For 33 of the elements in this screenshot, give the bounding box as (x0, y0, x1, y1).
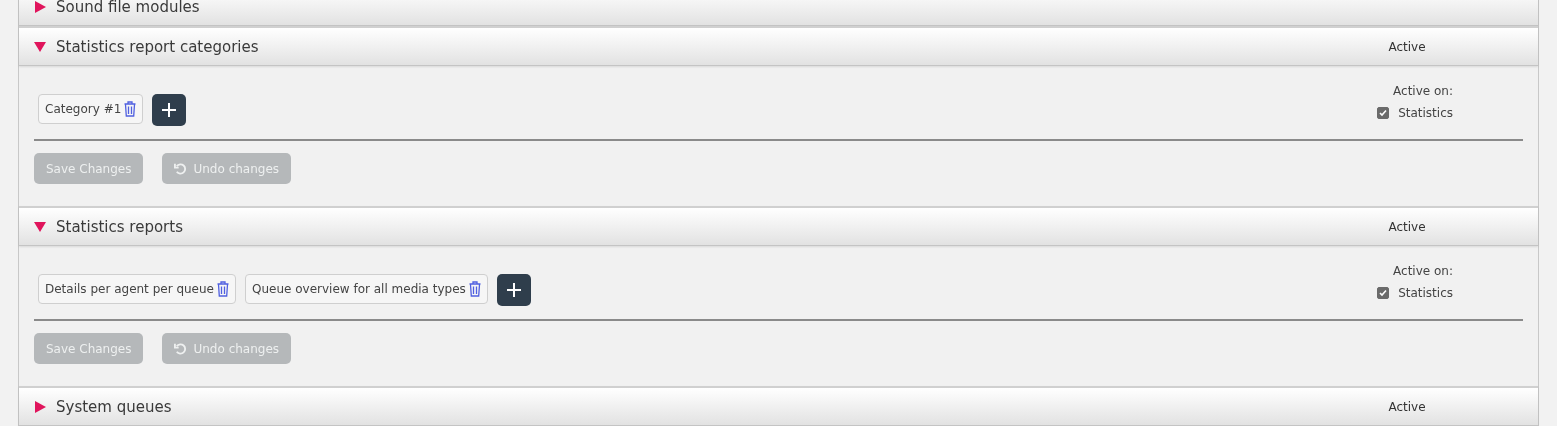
section-title: Statistics report categories (56, 37, 260, 56)
active-on-label: Active on: (1393, 84, 1453, 98)
checkbox[interactable] (1377, 107, 1390, 119)
checkbox-label: Statistics (1398, 106, 1453, 120)
item-tag[interactable]: Details per agent per queue (38, 274, 236, 304)
checkbox-label: Statistics (1398, 286, 1453, 300)
caret-right-icon[interactable] (34, 400, 46, 413)
section-header[interactable]: Statistics report categories Active (19, 26, 1538, 66)
trash-icon[interactable] (468, 281, 481, 297)
undo-icon (174, 342, 188, 355)
section-title: Sound file modules (56, 0, 201, 16)
add-button[interactable] (496, 274, 531, 306)
section-title: System queues (56, 397, 173, 416)
section-title: Statistics reports (56, 217, 184, 236)
status-label: Active (1387, 219, 1427, 234)
caret-down-icon[interactable] (34, 40, 46, 53)
active-on-label: Active on: (1393, 264, 1453, 278)
checkbox[interactable] (1377, 287, 1390, 299)
trash-icon[interactable] (217, 281, 229, 297)
item-tag[interactable]: Queue overview for all media types (245, 274, 488, 304)
section-header[interactable]: System queues Active (19, 386, 1538, 426)
plus-icon (162, 103, 177, 117)
add-button[interactable] (152, 94, 187, 126)
plus-icon (506, 283, 521, 297)
status-label: Active (1387, 399, 1427, 414)
trash-icon[interactable] (124, 101, 137, 117)
section-header[interactable]: Statistics reports Active (19, 206, 1538, 246)
caret-down-icon[interactable] (34, 220, 46, 233)
section-header[interactable]: Sound file modules (19, 0, 1538, 26)
caret-right-icon[interactable] (34, 0, 46, 13)
undo-icon (174, 162, 188, 175)
item-tag[interactable]: Category #1 (38, 94, 144, 124)
status-label: Active (1387, 39, 1427, 54)
